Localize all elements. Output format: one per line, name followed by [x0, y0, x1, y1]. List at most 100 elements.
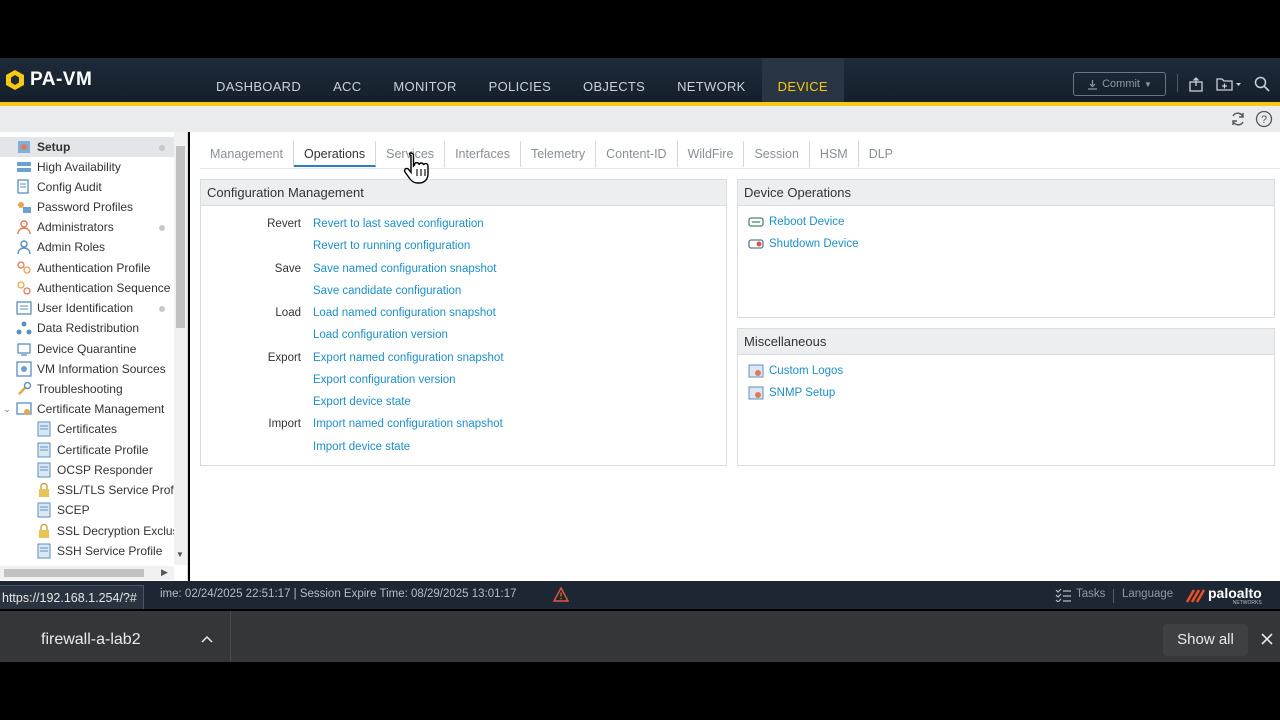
paloalto-logo-icon	[6, 70, 24, 90]
search-icon[interactable]	[1252, 74, 1272, 94]
lock-icon	[39, 523, 49, 538]
cert-profile-icon	[37, 442, 51, 458]
sidebar-item-user-identification[interactable]: User Identification	[16, 298, 133, 318]
sidebar-item-ssl-tls-service-profile[interactable]: SSL/TLS Service Profile	[36, 480, 186, 500]
config-row: Load configuration version	[201, 324, 721, 346]
revert-last-saved-link[interactable]: Revert to last saved configuration	[313, 213, 484, 235]
tab-operations[interactable]: Operations	[293, 141, 377, 167]
screen: { "app": {"logo_text": "PA-VM"}, "nav": …	[0, 0, 1280, 720]
sidebar-item-admin-roles[interactable]: Admin Roles	[16, 237, 105, 257]
revert-running-link[interactable]: Revert to running configuration	[313, 235, 470, 257]
sidebar-item-authentication-profile[interactable]: Authentication Profile	[16, 258, 150, 278]
save-named-snapshot-link[interactable]: Save named configuration snapshot	[313, 258, 496, 280]
reboot-device-link[interactable]: Reboot Device	[748, 212, 844, 232]
nav-acc[interactable]: ACC	[317, 58, 377, 102]
scroll-right-arrow-icon[interactable]: ▶	[161, 567, 168, 578]
audit-icon	[17, 179, 29, 194]
snmp-setup-link[interactable]: SNMP Setup	[748, 383, 835, 403]
sidebar-item-certificates[interactable]: Certificates	[36, 419, 117, 439]
lock-icon	[39, 482, 49, 497]
tab-management[interactable]: Management	[200, 141, 294, 167]
language-link[interactable]: Language	[1122, 588, 1173, 600]
sidebar-dot	[159, 225, 165, 231]
sidebar-item-ssl-decryption-exclusion[interactable]: SSL Decryption Exclusio	[36, 521, 187, 541]
device-sidebar: Setup High Availability Config Audit Pas…	[0, 132, 188, 581]
tab-interfaces[interactable]: Interfaces	[445, 141, 521, 167]
commit-button[interactable]: Commit ▼	[1073, 72, 1166, 96]
config-lock-icon[interactable]	[1186, 74, 1206, 94]
sidebar-item-device-quarantine[interactable]: Device Quarantine	[16, 339, 136, 359]
sidebar-item-setup[interactable]: Setup	[0, 137, 174, 157]
tasks-icon[interactable]	[1055, 588, 1071, 602]
config-row: Export device state	[201, 391, 721, 413]
nav-monitor[interactable]: MONITOR	[377, 58, 472, 102]
scrollbar-thumb[interactable]	[4, 569, 144, 577]
chevron-up-icon[interactable]	[201, 635, 213, 643]
chevron-down-icon[interactable]: ⌄	[0, 404, 14, 415]
chevron-down-icon: ▼	[1143, 79, 1152, 89]
import-device-state-link[interactable]: Import device state	[313, 436, 410, 458]
download-file-name[interactable]: firewall-a-lab2	[41, 631, 141, 649]
export-config-version-link[interactable]: Export configuration version	[313, 369, 456, 391]
tab-hsm[interactable]: HSM	[810, 141, 859, 167]
sidebar-item-ocsp-responder[interactable]: OCSP Responder	[36, 460, 153, 480]
help-icon[interactable]: ?	[1255, 110, 1273, 128]
sidebar-item-vm-information-sources[interactable]: VM Information Sources	[16, 359, 166, 379]
sidebar-item-data-redistribution[interactable]: Data Redistribution	[16, 318, 139, 338]
sidebar-item-certificate-management[interactable]: ⌄ Certificate Management	[0, 399, 164, 419]
logos-icon	[748, 364, 764, 378]
sidebar-horizontal-scrollbar[interactable]: ▶	[0, 566, 174, 580]
ssh-icon	[37, 543, 51, 559]
sidebar-item-high-availability[interactable]: High Availability	[16, 157, 121, 177]
sidebar-vertical-scrollbar[interactable]: ▼	[174, 132, 187, 565]
show-all-button[interactable]: Show all	[1163, 624, 1248, 656]
refresh-icon[interactable]	[1230, 111, 1246, 127]
scrollbar-thumb[interactable]	[176, 146, 185, 328]
quarantine-icon	[17, 343, 31, 356]
nav-network[interactable]: NETWORK	[661, 58, 762, 102]
tab-telemetry[interactable]: Telemetry	[521, 141, 597, 167]
snmp-icon	[748, 386, 764, 400]
sidebar-item-authentication-sequence[interactable]: Authentication Sequence	[16, 278, 170, 298]
sidebar-item-administrators[interactable]: Administrators	[16, 217, 114, 237]
auth-profile-icon	[17, 261, 31, 274]
nav-objects[interactable]: OBJECTS	[567, 58, 661, 102]
tab-content-id[interactable]: Content-ID	[596, 141, 678, 167]
nav-policies[interactable]: POLICIES	[473, 58, 567, 102]
tab-session[interactable]: Session	[744, 141, 810, 167]
tab-wildfire[interactable]: WildFire	[678, 141, 745, 167]
warning-icon[interactable]	[553, 587, 569, 602]
import-named-snapshot-link[interactable]: Import named configuration snapshot	[313, 413, 503, 435]
sidebar-item-password-profiles[interactable]: Password Profiles	[16, 197, 133, 217]
config-row: Revert to running configuration	[201, 235, 721, 257]
tab-dlp[interactable]: DLP	[859, 141, 903, 167]
load-config-version-link[interactable]: Load configuration version	[313, 324, 448, 346]
sidebar-item-scep[interactable]: SCEP	[36, 500, 90, 520]
pa-vm-logo[interactable]: PA-VM	[6, 69, 92, 91]
folder-add-icon[interactable]	[1214, 74, 1244, 94]
device-operations-panel: Device Operations Reboot Device Shutdown…	[737, 179, 1275, 318]
redistribution-icon	[16, 321, 32, 335]
panel-title: Device Operations	[738, 180, 1274, 206]
sidebar-item-ssh-service-profile[interactable]: SSH Service Profile	[36, 541, 162, 561]
scroll-down-arrow-icon[interactable]: ▼	[176, 550, 184, 559]
close-icon[interactable]	[1259, 631, 1275, 647]
export-named-snapshot-link[interactable]: Export named configuration snapshot	[313, 347, 504, 369]
export-device-state-link[interactable]: Export device state	[313, 391, 411, 413]
nav-dashboard[interactable]: DASHBOARD	[200, 58, 317, 102]
shutdown-device-link[interactable]: Shutdown Device	[748, 234, 859, 254]
sidebar-item-troubleshooting[interactable]: Troubleshooting	[16, 379, 123, 399]
load-named-snapshot-link[interactable]: Load named configuration snapshot	[313, 302, 496, 324]
ocsp-icon	[37, 462, 51, 478]
setup-icon	[18, 141, 30, 153]
sub-toolbar: ?	[0, 106, 1280, 132]
troubleshoot-icon	[18, 381, 32, 395]
nav-device[interactable]: DEVICE	[761, 58, 844, 102]
custom-logos-link[interactable]: Custom Logos	[748, 361, 843, 381]
tasks-link[interactable]: Tasks	[1076, 588, 1105, 600]
sidebar-item-config-audit[interactable]: Config Audit	[16, 177, 102, 197]
auth-sequence-icon	[17, 281, 31, 295]
sidebar-item-certificate-profile[interactable]: Certificate Profile	[36, 440, 148, 460]
role-icon	[17, 240, 31, 255]
save-candidate-link[interactable]: Save candidate configuration	[313, 280, 461, 302]
